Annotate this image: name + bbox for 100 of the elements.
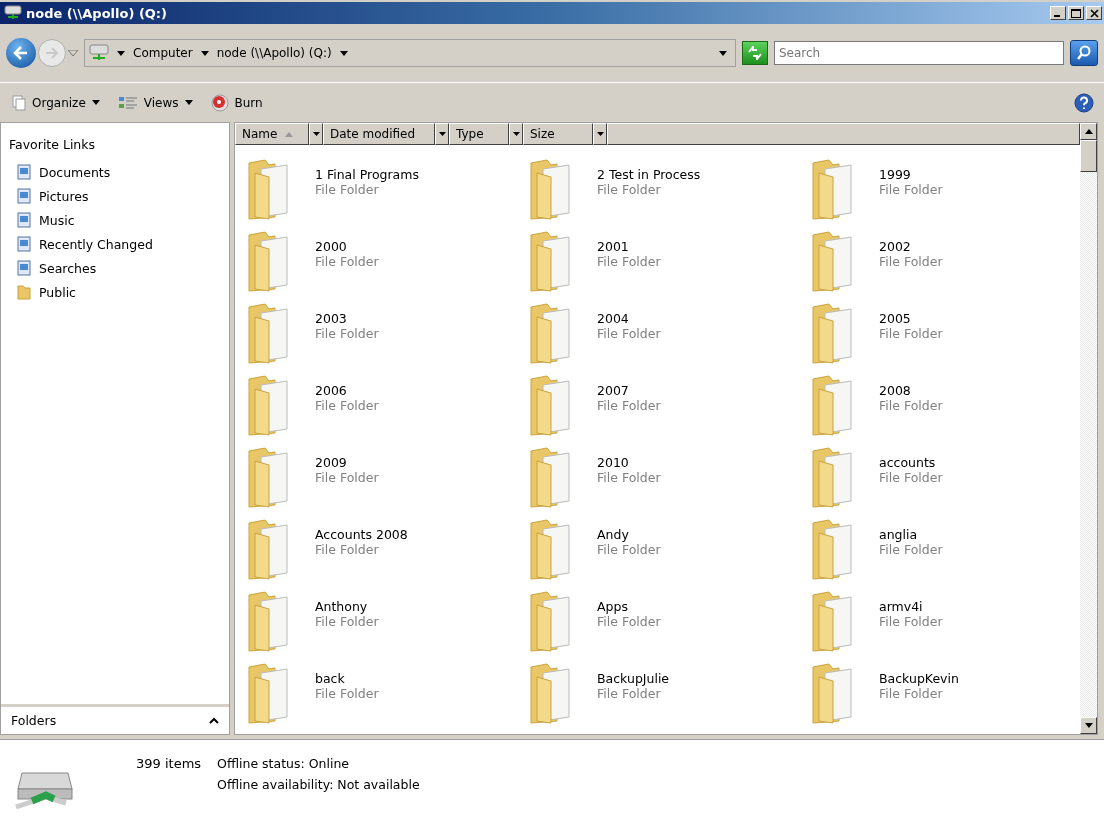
down-arrow-icon [1084, 723, 1093, 728]
file-type: File Folder [315, 686, 379, 701]
file-name[interactable]: armv4i [879, 599, 943, 614]
file-name[interactable]: 2006 [315, 383, 379, 398]
scroll-up-button[interactable] [1080, 123, 1097, 140]
file-name[interactable]: 2009 [315, 455, 379, 470]
address-bar[interactable]: Computer node (\\Apollo) (Q:) [84, 39, 736, 67]
window-title: node (\\Apollo) (Q:) [26, 5, 168, 21]
file-type: File Folder [879, 470, 943, 485]
back-button[interactable] [6, 38, 36, 68]
search-icon [1076, 45, 1092, 61]
file-name[interactable]: 2010 [597, 455, 661, 470]
file-type: File Folder [597, 470, 661, 485]
file-name[interactable]: BackupKevin [879, 671, 959, 686]
file-type: File Folder [597, 182, 662, 197]
column-header[interactable]: Type [449, 123, 509, 145]
file-name[interactable]: accounts [879, 455, 943, 470]
file-type: File Folder [879, 398, 943, 413]
pages-icon [12, 94, 26, 111]
offline-status: Offline status: Online [217, 756, 350, 771]
favorite-link[interactable]: Recently Changed [1, 232, 229, 256]
file-type: File Folder [315, 182, 380, 197]
breadcrumb[interactable]: Computer [133, 46, 193, 60]
file-name[interactable]: back [315, 671, 379, 686]
file-type: File Folder [315, 614, 379, 629]
file-name[interactable]: 2000 [315, 239, 379, 254]
minimize-button[interactable] [1050, 6, 1066, 20]
toolbar-button[interactable]: Views [115, 92, 195, 113]
column-header[interactable]: Date modified [323, 123, 435, 145]
caret-icon [596, 132, 604, 136]
file-name[interactable]: Anthony [315, 599, 379, 614]
file-type: File Folder [597, 614, 661, 629]
file-name[interactable]: 2004 [597, 311, 661, 326]
toolbar-button[interactable]: Organize [10, 92, 102, 113]
file-name[interactable]: 2002 [879, 239, 943, 254]
favorite-link[interactable]: Searches [1, 256, 229, 280]
chevron-up-icon [209, 717, 219, 724]
file-name[interactable]: anglia [879, 527, 943, 542]
scroll-down-button[interactable] [1080, 717, 1097, 734]
file-name[interactable]: 1 Final Programs [315, 167, 419, 182]
file-type: File Folder [597, 326, 661, 341]
up-arrow-icon [1084, 129, 1093, 134]
page-icon [17, 188, 31, 204]
file-name[interactable]: 2005 [879, 311, 943, 326]
views-icon [117, 94, 138, 111]
file-type: File Folder [315, 254, 379, 269]
toolbar-button[interactable]: Burn [208, 91, 265, 114]
search-button[interactable] [1070, 40, 1098, 66]
breadcrumb[interactable]: node (\\Apollo) (Q:) [216, 46, 332, 60]
column-dropdown[interactable] [435, 123, 449, 145]
file-name[interactable]: 2007 [597, 383, 661, 398]
vertical-scrollbar[interactable] [1080, 123, 1097, 734]
favorite-link[interactable]: Public [1, 280, 229, 304]
refresh-icon [747, 46, 763, 60]
folder-icon [17, 284, 31, 300]
page-icon [17, 212, 31, 228]
search-field[interactable]: Search [774, 41, 1064, 65]
column-dropdown[interactable] [509, 123, 523, 145]
network-drive-icon [89, 44, 109, 62]
file-name[interactable]: Andy [597, 527, 661, 542]
file-type: File Folder [315, 542, 380, 557]
file-type: File Folder [315, 326, 379, 341]
crumb-caret-icon [339, 50, 348, 56]
caret-icon [438, 132, 446, 136]
column-header[interactable]: Name [235, 123, 309, 145]
file-name[interactable]: BackupJulie [597, 671, 670, 686]
maximize-button[interactable] [1068, 6, 1084, 20]
file-type: File Folder [879, 542, 943, 557]
caret-icon [184, 100, 193, 105]
maximize-icon [1071, 8, 1081, 18]
column-header[interactable]: Size [523, 123, 593, 145]
file-name[interactable]: 2003 [315, 311, 379, 326]
pane-heading: Favorite Links [8, 136, 97, 154]
refresh-button[interactable] [742, 41, 768, 65]
file-name[interactable]: 2008 [879, 383, 943, 398]
file-name[interactable]: 1999 [879, 167, 943, 182]
file-type: File Folder [879, 686, 944, 701]
disc-icon [210, 93, 229, 112]
column-dropdown[interactable] [309, 123, 323, 145]
file-type: File Folder [315, 398, 379, 413]
history-caret-icon[interactable] [68, 50, 78, 56]
close-button[interactable] [1086, 6, 1102, 20]
favorite-link[interactable]: Pictures [1, 184, 229, 208]
scroll-thumb[interactable] [1080, 140, 1097, 172]
file-type: File Folder [597, 542, 661, 557]
file-name[interactable]: Accounts 2008 [315, 527, 408, 542]
file-type: File Folder [879, 326, 943, 341]
file-name[interactable]: 2001 [597, 239, 661, 254]
file-type: File Folder [597, 254, 661, 269]
file-name[interactable]: Apps [597, 599, 661, 614]
back-arrow-icon [13, 46, 29, 60]
help-icon[interactable] [1074, 92, 1094, 113]
item-count: 399 items [136, 756, 202, 771]
file-name[interactable]: 2 Test in Process [597, 167, 701, 182]
column-dropdown[interactable] [593, 123, 607, 145]
favorite-link[interactable]: Documents [1, 160, 229, 184]
offline-availability: Offline availability: Not available [217, 777, 421, 792]
favorite-link[interactable]: Music [1, 208, 229, 232]
caret-icon [512, 132, 520, 136]
crumb-caret-icon [200, 50, 209, 56]
